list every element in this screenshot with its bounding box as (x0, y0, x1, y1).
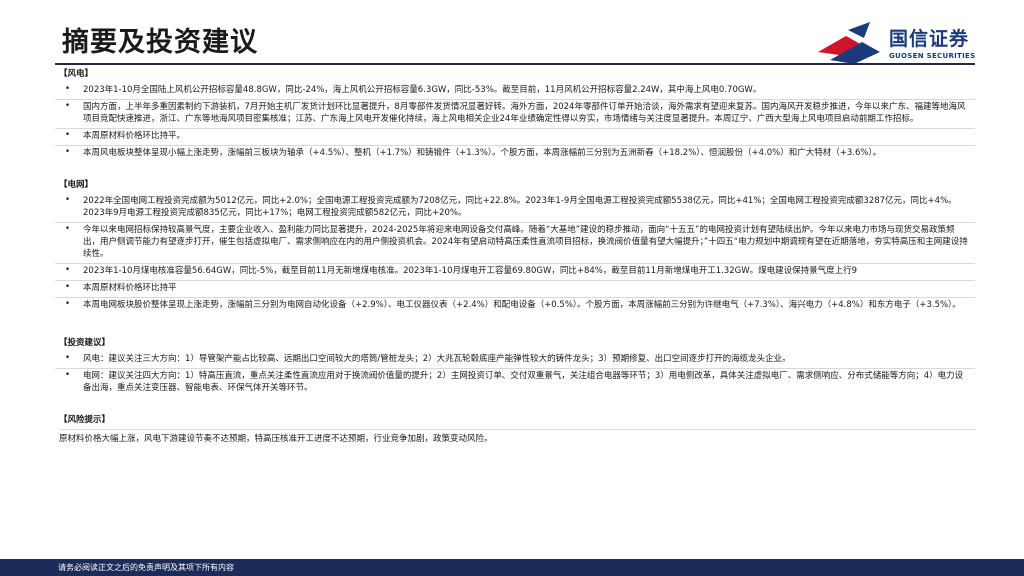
wind-item-text: 国内方面，上半年多重因素制约下游装机，7月开始主机厂发货计划环比显著提升，8月零… (83, 102, 966, 124)
list-item: • 2022年全国电网工程投资完成额为5012亿元，同比+2.0%；全国电源工程投… (55, 194, 975, 219)
bullet-icon: • (65, 84, 71, 94)
bullet-icon: • (65, 101, 71, 111)
list-item: • 电网：建议关注四大方向：1）特高压直流，重点关注柔性直流应用对于换流阀价值量的… (55, 368, 975, 394)
bullet-icon: • (65, 147, 71, 157)
bullet-icon: • (65, 370, 71, 380)
wind-section: 【风电】 • 2023年1-10月全国陆上风机公开招标容量48.8GW，同比-24… (55, 68, 975, 159)
bullet-icon: • (65, 299, 71, 309)
list-item: • 2023年1-10月煤电核准容量56.64GW，同比-5%，截至目前11月无新… (55, 263, 975, 277)
risk-heading: 【风险提示】 (59, 415, 111, 425)
risk-section: 【风险提示】 原材料价格大幅上涨，风电下游建设节奏不达预期，特高压核准开工进度不… (55, 414, 975, 445)
risk-text: 原材料价格大幅上涨，风电下游建设节奏不达预期，特高压核准开工进度不达预期，行业竞… (59, 429, 975, 445)
logo-english-name: GUOSEN SECURITIES (889, 52, 976, 60)
grid-item-text: 本周电网板块股价整体呈现上涨走势，涨幅前三分别为电网自动化设备（+2.9%）、电… (83, 300, 961, 310)
grid-item-text: 本周原材料价格环比持平 (83, 283, 177, 293)
footer-bar: 请务必阅读正文之后的免责声明及其项下所有内容 (0, 559, 1024, 576)
bullet-icon: • (65, 195, 71, 205)
list-item: • 本周原材料价格环比持平 (55, 280, 975, 294)
wind-item-text: 2023年1-10月全国陆上风机公开招标容量48.8GW，同比-24%，海上风机… (83, 85, 762, 95)
invest-item-text: 风电：建议关注三大方向：1）导管架产能占比较高、远期出口空间较大的塔筒/管桩龙头… (83, 354, 791, 364)
list-item: • 本周风电板块整体呈现小幅上涨走势，涨幅前三板块为轴承（+4.5%）、整机（+1… (55, 145, 975, 159)
bullet-icon: • (65, 224, 71, 234)
guosen-emblem-icon (818, 22, 880, 64)
guosen-logo: 国信证券 GUOSEN SECURITIES (814, 22, 984, 64)
bullet-icon: • (65, 265, 71, 275)
disclaimer-text: 请务必阅读正文之后的免责声明及其项下所有内容 (58, 563, 234, 572)
summary-content: 【风电】 • 2023年1-10月全国陆上风机公开招标容量48.8GW，同比-24… (55, 68, 975, 464)
grid-item-text: 2023年1-10月煤电核准容量56.64GW，同比-5%，截至目前11月无新增… (83, 266, 858, 276)
wind-heading: 【风电】 (59, 69, 94, 79)
logo-chinese-name: 国信证券 (889, 28, 970, 50)
list-item: • 风电：建议关注三大方向：1）导管架产能占比较高、远期出口空间较大的塔筒/管桩龙… (55, 352, 975, 365)
list-item: • 本周原材料价格环比持平。 (55, 128, 975, 142)
bullet-icon: • (65, 282, 71, 292)
wind-item-text: 本周风电板块整体呈现小幅上涨走势，涨幅前三板块为轴承（+4.5%）、整机（+1.… (83, 148, 882, 158)
wind-item-text: 本周原材料价格环比持平。 (83, 131, 186, 141)
grid-heading: 【电网】 (59, 180, 94, 190)
grid-section: 【电网】 • 2022年全国电网工程投资完成额为5012亿元，同比+2.0%；全国… (55, 179, 975, 311)
grid-item-text: 今年以来电网招标保持较高景气度，主要企业收入、盈利能力同比显著提升，2024-2… (83, 225, 968, 259)
page-title: 摘要及投资建议 (62, 27, 258, 58)
list-item: • 今年以来电网招标保持较高景气度，主要企业收入、盈利能力同比显著提升，2024-… (55, 222, 975, 260)
list-item: • 2023年1-10月全国陆上风机公开招标容量48.8GW，同比-24%，海上风… (55, 83, 975, 96)
grid-item-text: 2022年全国电网工程投资完成额为5012亿元，同比+2.0%；全国电源工程投资… (83, 196, 957, 218)
bullet-icon: • (65, 353, 71, 363)
list-item: • 国内方面，上半年多重因素制约下游装机，7月开始主机厂发货计划环比显著提升，8月… (55, 99, 975, 125)
bullet-icon: • (65, 130, 71, 140)
invest-item-text: 电网：建议关注四大方向：1）特高压直流，重点关注柔性直流应用对于换流阀价值量的提… (83, 371, 964, 393)
investment-advice-heading: 【投资建议】 (59, 338, 111, 348)
list-item: • 本周电网板块股价整体呈现上涨走势，涨幅前三分别为电网自动化设备（+2.9%）、… (55, 297, 975, 311)
header-divider (55, 63, 975, 65)
investment-advice-section: 【投资建议】 • 风电：建议关注三大方向：1）导管架产能占比较高、远期出口空间较大… (55, 337, 975, 394)
